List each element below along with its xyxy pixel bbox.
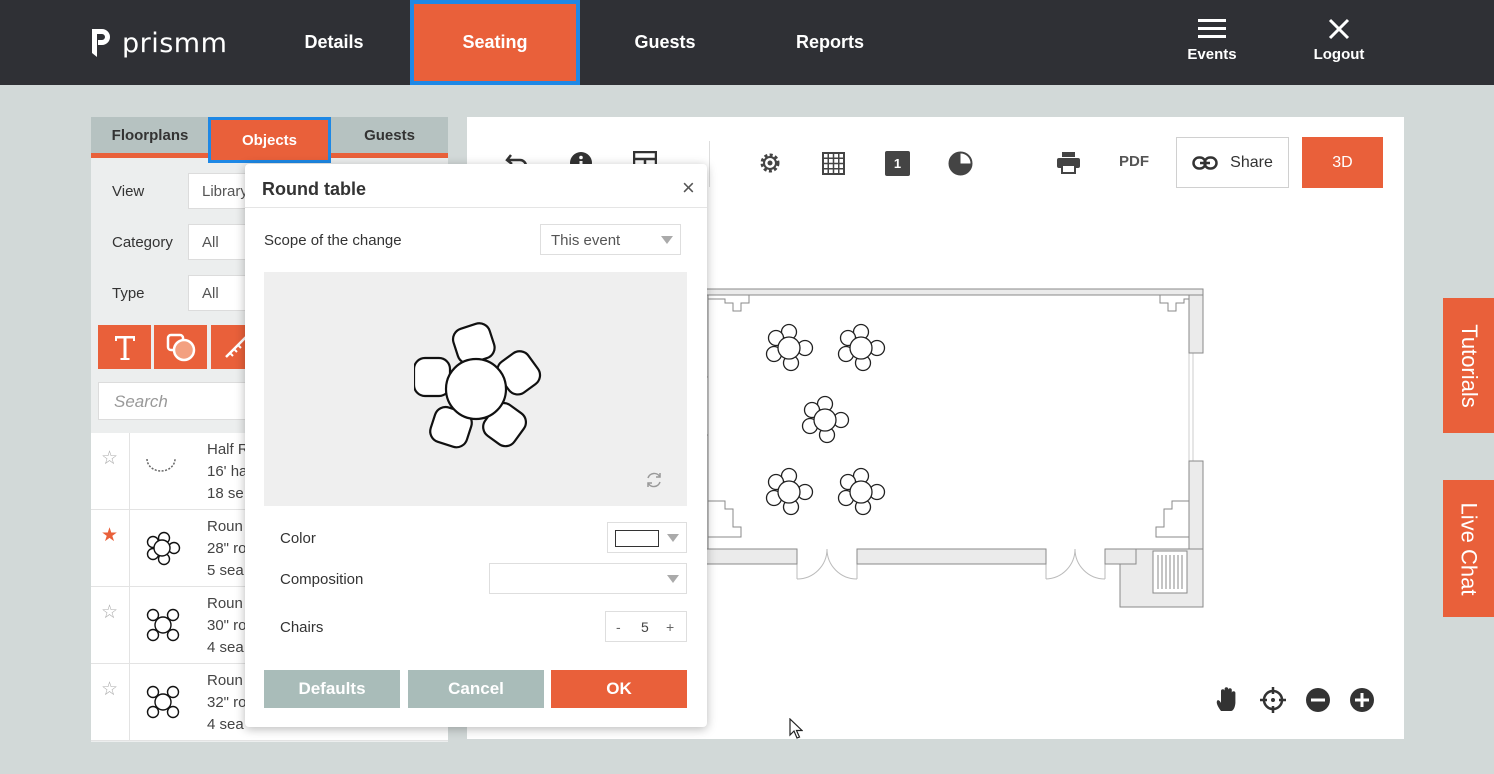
- nav-reports[interactable]: Reports: [765, 0, 895, 85]
- scope-value: This event: [551, 232, 621, 249]
- divider: [129, 664, 130, 741]
- chevron-down-icon: [667, 534, 679, 542]
- scope-select[interactable]: This event: [540, 224, 681, 255]
- tutorials-label: Tutorials: [1456, 323, 1482, 408]
- tutorials-tab[interactable]: Tutorials: [1443, 298, 1494, 433]
- divider: [129, 433, 130, 510]
- composition-select[interactable]: [489, 563, 687, 594]
- mouse-cursor-icon: [789, 718, 803, 739]
- round-table-preview-drawing: [414, 322, 542, 449]
- type-label: Type: [112, 285, 145, 302]
- pan-button[interactable]: [1215, 686, 1239, 713]
- color-picker[interactable]: [607, 522, 687, 553]
- item-name: Roun: [207, 672, 243, 689]
- events-label: Events: [1187, 46, 1237, 63]
- view-label: View: [112, 183, 145, 200]
- category-label: Category: [112, 234, 173, 251]
- logo-wordmark: prismm: [122, 27, 228, 59]
- zoom-out-button[interactable]: [1305, 687, 1331, 713]
- star-outline-icon[interactable]: ☆: [101, 447, 118, 470]
- round-table-4-thumbnail: [146, 608, 180, 642]
- chairs-stepper: - 5 +: [605, 611, 687, 642]
- shape-tool-button[interactable]: [154, 325, 207, 369]
- tab-guests[interactable]: Guests: [331, 117, 448, 153]
- item-seats: 4 sea: [207, 639, 244, 656]
- hamburger-icon: [1198, 19, 1226, 38]
- defaults-button[interactable]: Defaults: [264, 670, 400, 708]
- nav-guests[interactable]: Guests: [600, 0, 730, 85]
- events-button[interactable]: Events: [1162, 18, 1262, 63]
- search-input[interactable]: Search: [98, 382, 258, 420]
- close-icon: [1328, 18, 1350, 40]
- ok-button[interactable]: OK: [551, 670, 687, 708]
- scope-label: Scope of the change: [264, 232, 402, 249]
- live-chat-tab[interactable]: Live Chat: [1443, 480, 1494, 617]
- divider: [129, 510, 130, 587]
- increment-button[interactable]: +: [666, 619, 674, 635]
- divider: [129, 587, 130, 664]
- item-size: 32" ro: [207, 694, 247, 711]
- chevron-down-icon: [667, 575, 679, 583]
- composition-label: Composition: [280, 571, 364, 588]
- nav-seating[interactable]: Seating: [410, 0, 580, 85]
- dialog-title: Round table: [262, 179, 366, 199]
- item-seats: 4 sea: [207, 716, 244, 733]
- star-filled-icon[interactable]: ★: [101, 524, 118, 547]
- item-size: 30" ro: [207, 617, 247, 634]
- hand-icon: [1216, 687, 1236, 711]
- star-outline-icon[interactable]: ☆: [101, 678, 118, 701]
- item-name: Roun: [207, 518, 243, 535]
- star-outline-icon[interactable]: ☆: [101, 601, 118, 624]
- nav-details[interactable]: Details: [270, 0, 398, 85]
- half-round-table-thumbnail: [146, 458, 176, 472]
- rotate-icon[interactable]: [644, 470, 664, 490]
- live-chat-label: Live Chat: [1456, 502, 1482, 595]
- item-name: Roun: [207, 595, 243, 612]
- item-name: Half R: [207, 441, 249, 458]
- item-seats: 18 se: [207, 485, 244, 502]
- zoom-in-button[interactable]: [1349, 687, 1375, 713]
- table-preview: [264, 272, 687, 506]
- round-table-dialog: Round table × Scope of the change This e…: [245, 164, 707, 727]
- prismm-logo[interactable]: prismm: [90, 27, 227, 59]
- tab-floorplans[interactable]: Floorplans: [91, 117, 209, 153]
- chairs-label: Chairs: [280, 619, 324, 636]
- round-table-5-thumbnail: [146, 531, 181, 566]
- chevron-down-icon: [661, 236, 673, 244]
- text-tool-icon: [114, 336, 135, 360]
- center-button[interactable]: [1259, 686, 1287, 714]
- logout-button[interactable]: Logout: [1289, 18, 1389, 63]
- color-label: Color: [280, 530, 316, 547]
- top-navigation-bar: prismm Details Seating Guests Reports Ev…: [0, 0, 1494, 85]
- round-table-4-thumbnail: [146, 685, 180, 719]
- item-size: 28" ro: [207, 540, 247, 557]
- shape-tool-icon: [166, 333, 195, 362]
- item-seats: 5 sea: [207, 562, 244, 579]
- close-icon[interactable]: ×: [682, 175, 695, 201]
- tab-objects[interactable]: Objects: [208, 117, 331, 163]
- color-swatch: [615, 530, 659, 547]
- cancel-button[interactable]: Cancel: [408, 670, 544, 708]
- text-tool-button[interactable]: [98, 325, 151, 369]
- chairs-value[interactable]: 5: [641, 619, 649, 635]
- decrement-button[interactable]: -: [616, 619, 621, 635]
- dialog-divider: [245, 207, 707, 208]
- zoom-out-icon: [1306, 688, 1330, 712]
- zoom-in-icon: [1350, 688, 1374, 712]
- item-size: 16' ha: [207, 463, 248, 480]
- logout-label: Logout: [1313, 46, 1365, 63]
- crosshair-icon: [1260, 687, 1286, 713]
- prismm-logo-icon: [92, 29, 110, 57]
